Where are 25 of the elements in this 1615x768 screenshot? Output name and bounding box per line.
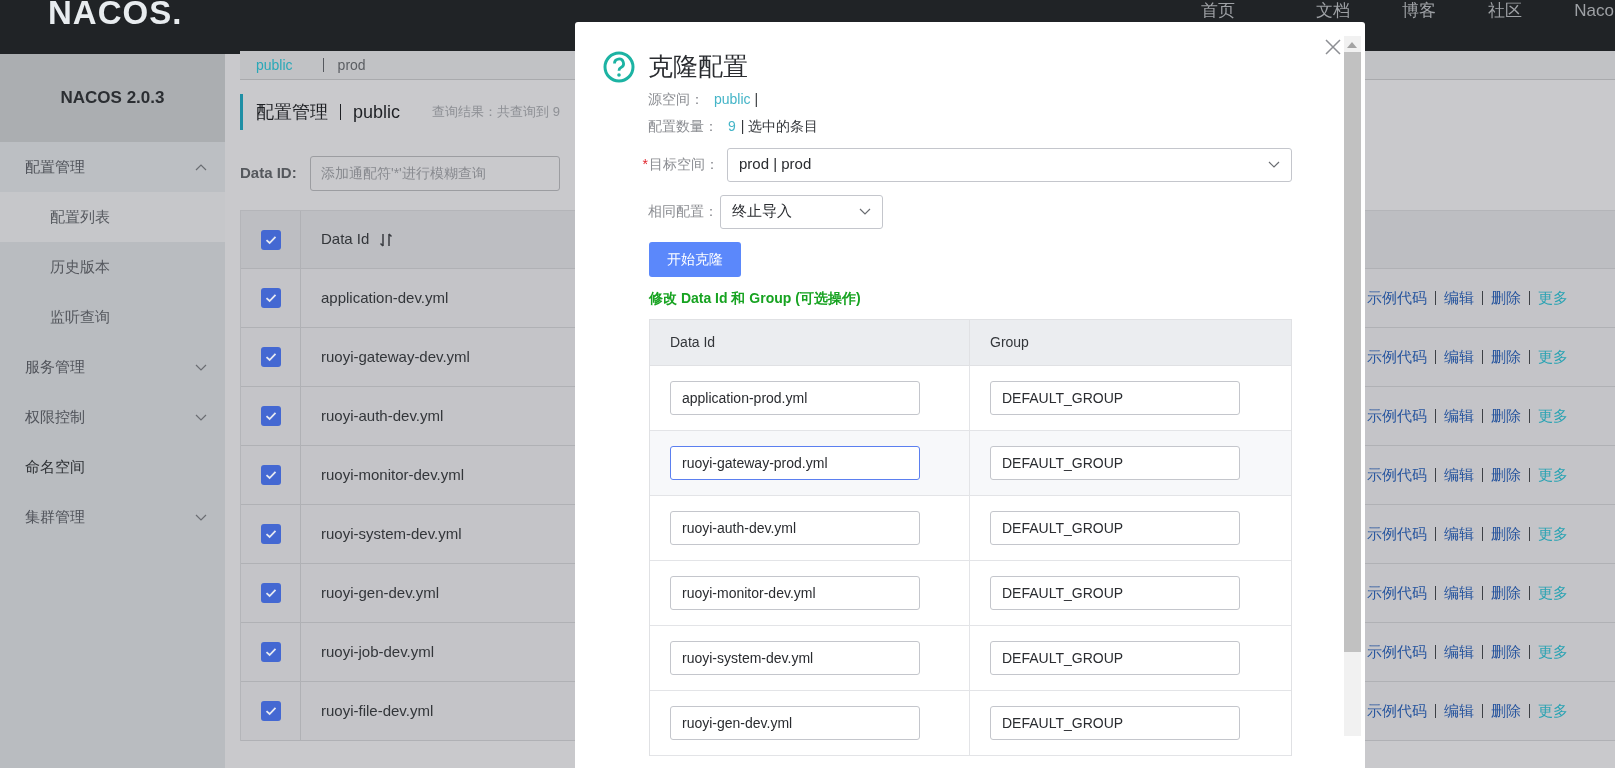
dialog-title: 克隆配置 [648, 51, 748, 82]
sidebar-title: NACOS 2.0.3 [60, 87, 165, 110]
field-label: 配置数量： [648, 117, 719, 136]
table-cell-text: ruoyi-auth-dev.yml [321, 405, 444, 426]
table-cell-text: ruoyi-job-dev.yml [321, 641, 435, 662]
column-header: Data Id [650, 319, 970, 365]
source-namespace: public [714, 90, 751, 109]
required-mark: * [642, 156, 648, 172]
table-cell-text: ruoyi-monitor-dev.yml [321, 464, 465, 485]
page-title: 配置管理 [256, 100, 328, 124]
table-cell-text: ruoyi-file-dev.yml [321, 700, 434, 721]
hint-text: 修改 Data Id 和 Group (可选操作) [649, 288, 862, 308]
column-header: Group [989, 332, 1030, 352]
count-note: | 选中的条目 [740, 117, 819, 136]
search-label: Data ID: [240, 162, 298, 183]
field-label: 相同配置： [647, 202, 719, 221]
field-label: 源空间： [648, 90, 705, 109]
config-count: 9 [728, 117, 736, 136]
table-cell-text: ruoyi-gen-dev.yml [321, 582, 440, 603]
namespace-name: public [353, 100, 401, 124]
table-cell-text: ruoyi-system-dev.yml [321, 523, 462, 544]
table-cell-text: ruoyi-gateway-dev.yml [321, 346, 470, 367]
table-cell-text: application-dev.yml [321, 287, 449, 308]
separator-text: | [754, 90, 759, 109]
field-label: *目标空间： [641, 155, 720, 174]
